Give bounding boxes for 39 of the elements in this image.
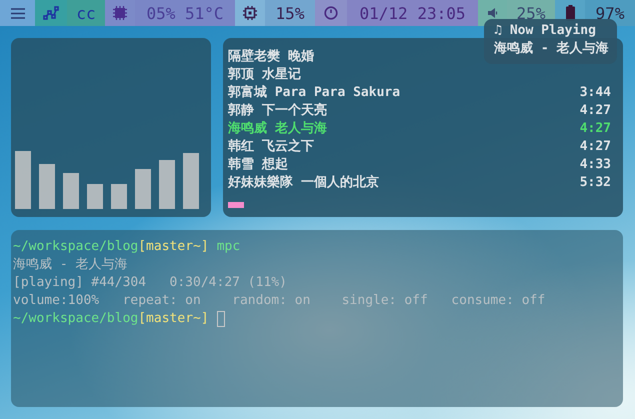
playlist-row[interactable]: 韩雪 想起 4:33 [228, 155, 611, 173]
visualizer-bar [87, 184, 103, 209]
visualizer-bar [15, 151, 31, 209]
cpu-usage-reading: 15% [274, 2, 306, 24]
node-graph-icon [43, 6, 59, 20]
visualizer-bar [111, 184, 127, 209]
music-note-icon: ♫ [494, 22, 502, 40]
memory-temperature-reading: 05% 51°C [145, 2, 225, 24]
playlist-row[interactable]: 韩红 飞云之下 4:27 [228, 137, 611, 155]
playlist-row[interactable]: 郭顶 水星记 [228, 65, 611, 83]
popup-title: Now Playing [510, 22, 596, 40]
visualizer-bar [39, 164, 55, 209]
playlist-row[interactable]: 郭富城 Para Para Sakura 3:44 [228, 83, 611, 101]
visualizer-bar [183, 153, 199, 209]
progress-mark [228, 202, 244, 208]
clock-icon [324, 6, 338, 20]
network-label: cc [75, 2, 97, 24]
track-name: 海鸣威 - 老人与海 [494, 40, 608, 58]
command-text: mpc [216, 238, 240, 256]
visualizer-bar [159, 160, 175, 209]
memory-chip-icon [113, 6, 127, 20]
output-line: 海鸣威 - 老人与海 [13, 256, 128, 274]
output-line: volume:100% repeat: on random: on single: off consume: off [13, 292, 546, 310]
visualizer-bar [63, 173, 79, 209]
playlist-row[interactable]: 好妹妹樂隊 一個人的北京 5:32 [228, 173, 611, 191]
battery-reading: 97% [596, 2, 626, 24]
speaker-icon [486, 7, 498, 19]
playlist-row[interactable]: 郭静 下一个天亮 4:27 [228, 101, 611, 119]
git-branch: [master~] [138, 310, 209, 328]
cpu-chip-icon [243, 6, 257, 20]
playlist-row[interactable]: 海鸣威 老人与海 4:27 [228, 119, 611, 137]
menu-icon[interactable] [10, 8, 24, 18]
git-branch: [master~] [138, 238, 209, 256]
date-time: 01/12 23:05 [358, 2, 466, 24]
volume-reading: 25% [516, 2, 546, 23]
visualizer-bar [135, 169, 151, 209]
output-line: [playing] #44/304 0:30/4:27 (11%) [13, 274, 287, 292]
prompt-path: ~/workspace/blog [13, 310, 138, 328]
prompt-path: ~/workspace/blog [13, 238, 138, 256]
